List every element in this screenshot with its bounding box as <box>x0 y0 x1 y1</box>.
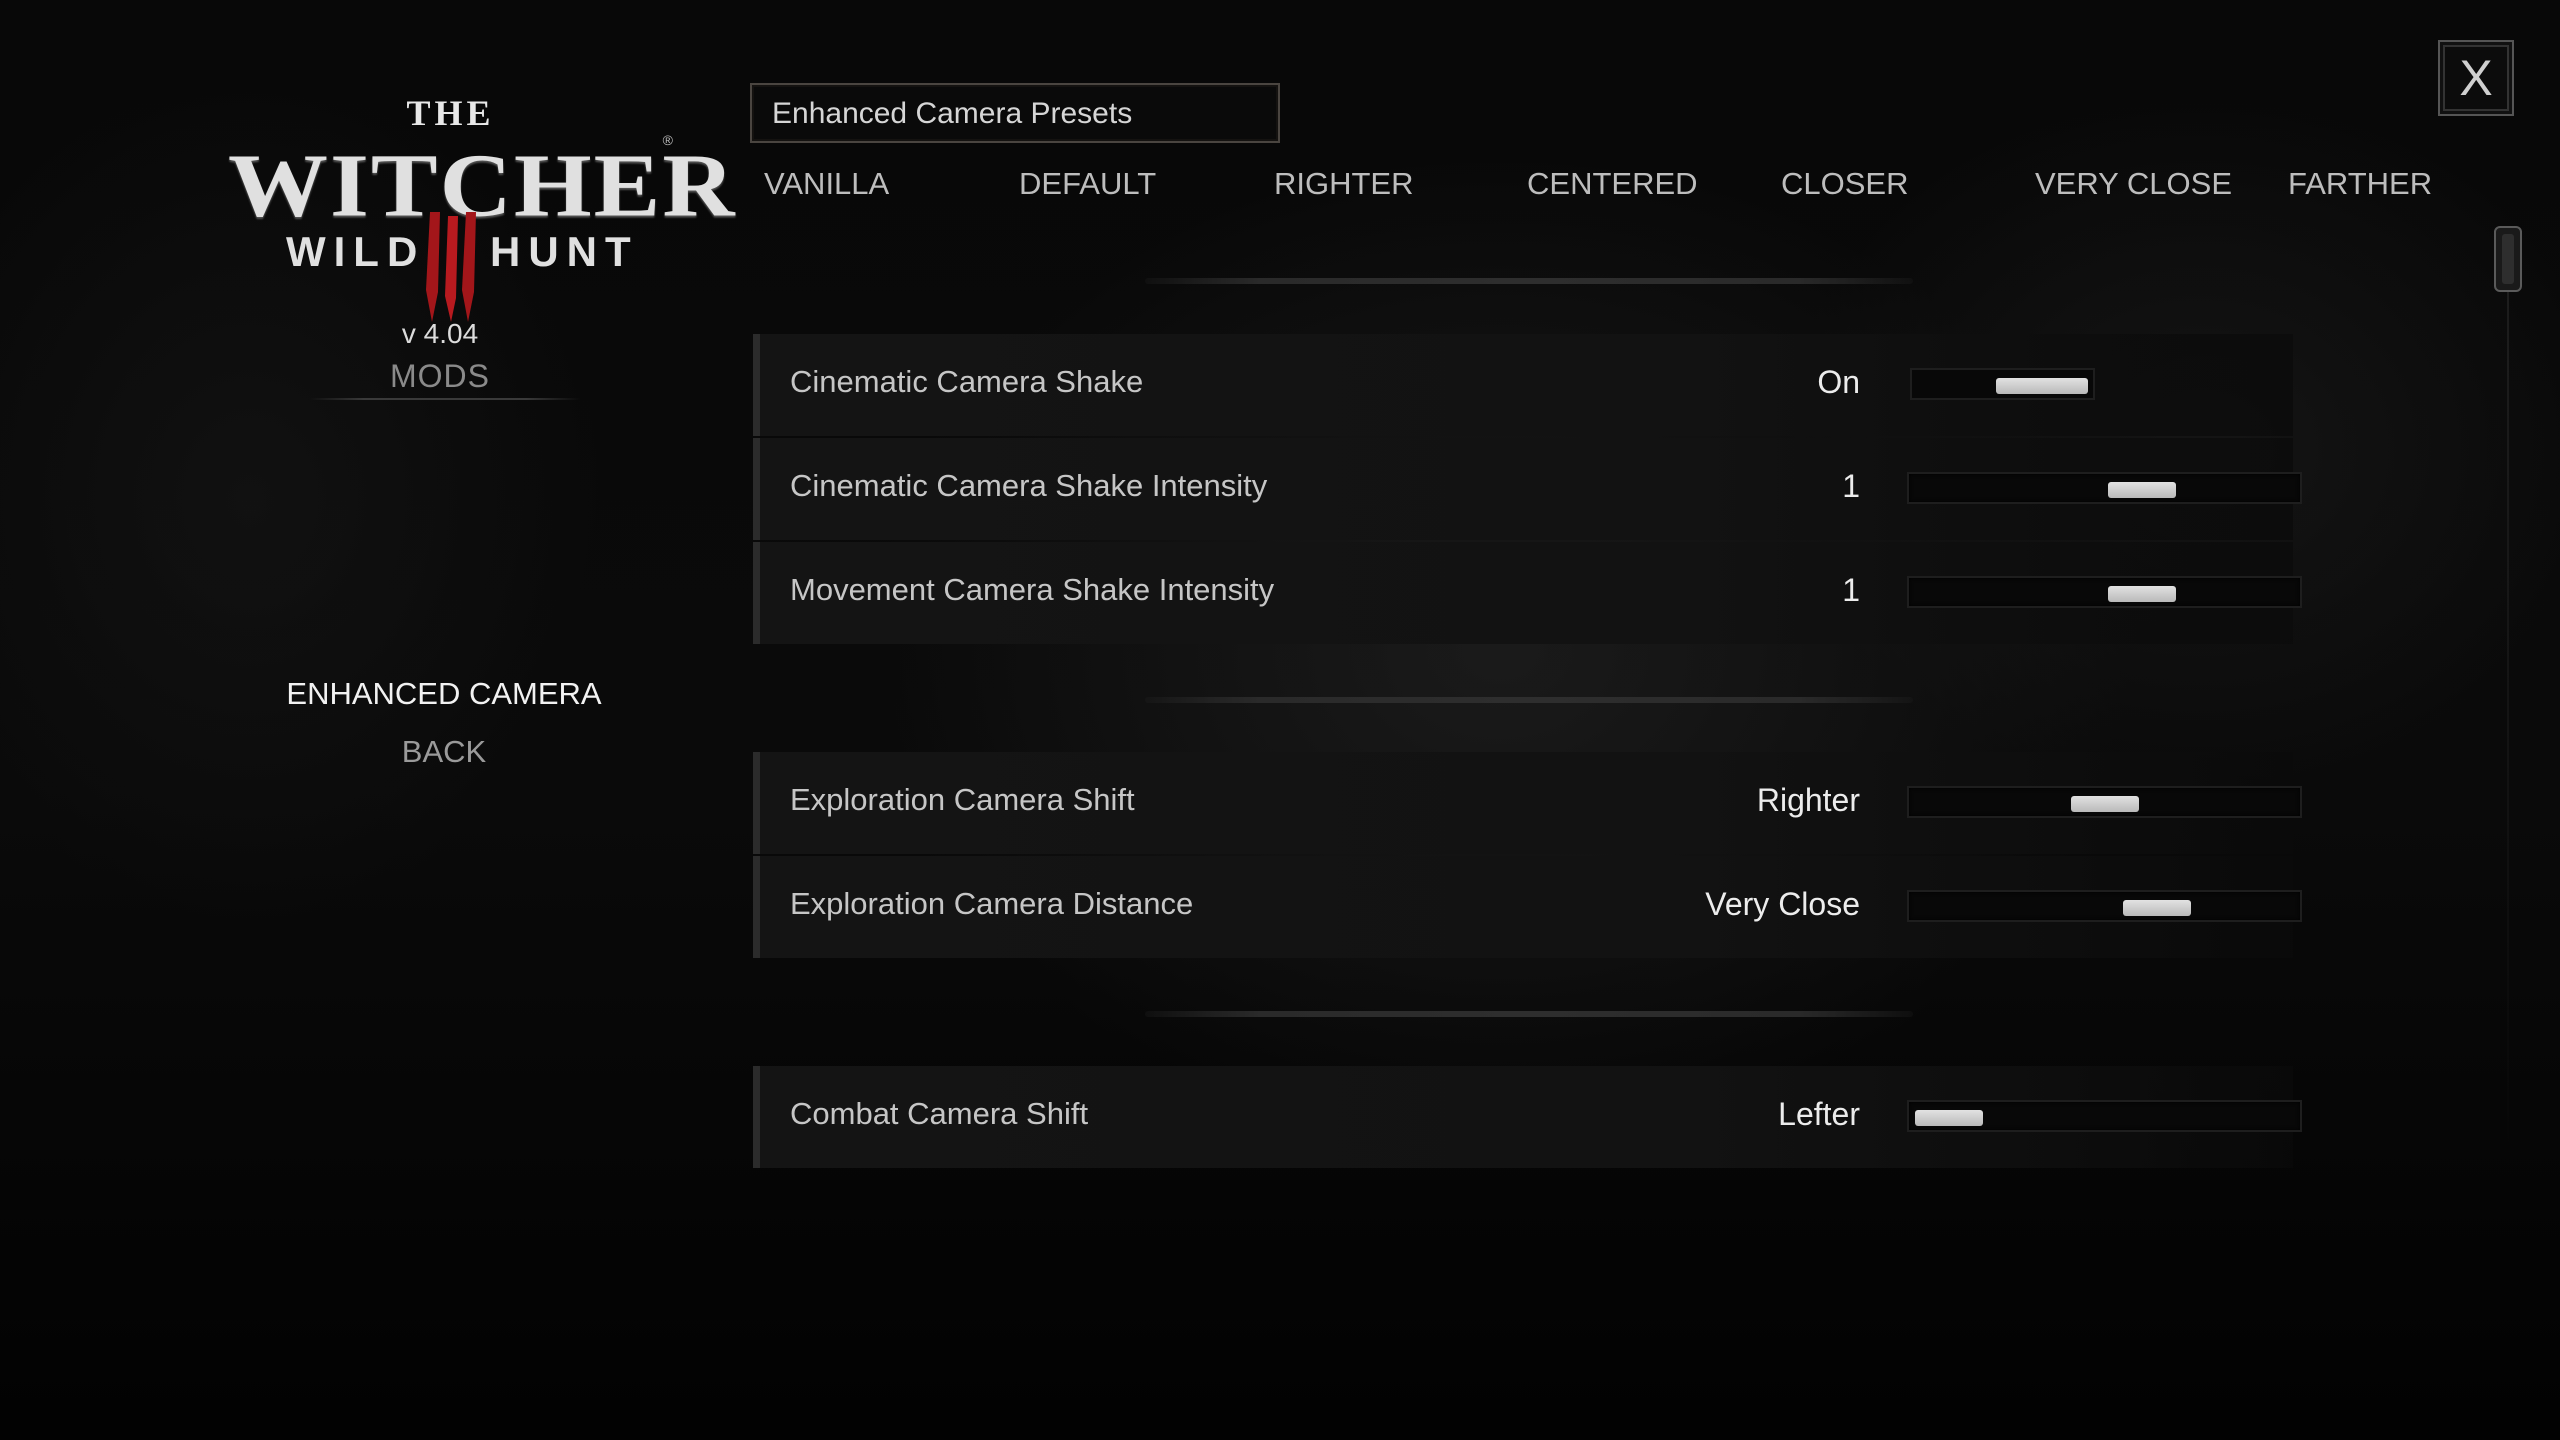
logo-hunt: HUNT <box>490 228 639 275</box>
setting-value: Lefter <box>1778 1096 1860 1132</box>
slider-thumb[interactable] <box>2107 586 2176 602</box>
close-button[interactable]: X <box>2438 40 2514 116</box>
toggle-switch[interactable] <box>1910 368 2095 400</box>
scrollbar-track[interactable] <box>2507 290 2509 1170</box>
setting-row-exploration-camera-distance[interactable]: Exploration Camera Distance Very Close <box>753 856 2302 958</box>
slider-track[interactable] <box>1907 472 2302 504</box>
setting-value: 1 <box>1842 572 1860 608</box>
logo-wild: WILD <box>286 228 426 275</box>
slider-track[interactable] <box>1907 786 2302 818</box>
setting-value: Very Close <box>1705 886 1860 922</box>
setting-row-exploration-camera-shift[interactable]: Exploration Camera Shift Righter <box>753 752 2302 854</box>
preset-tab-centered[interactable]: CENTERED <box>1527 166 1698 202</box>
claw-mark-icon <box>426 212 476 322</box>
slider-track[interactable] <box>1907 1100 2302 1132</box>
logo-the: THE <box>406 93 495 133</box>
sidebar-item-back[interactable]: BACK <box>244 734 644 770</box>
preset-tab-farther[interactable]: FARTHER <box>2288 166 2432 202</box>
slider-track[interactable] <box>1907 890 2302 922</box>
sidebar-item-enhanced-camera[interactable]: ENHANCED CAMERA <box>244 676 644 712</box>
slider-thumb[interactable] <box>2123 900 2192 916</box>
mods-title-underline <box>310 398 580 400</box>
section-divider <box>1145 278 1913 284</box>
scrollbar-thumb[interactable] <box>2494 226 2522 292</box>
game-version: v 4.04 <box>401 318 479 349</box>
slider-track[interactable] <box>1907 576 2302 608</box>
witcher-logo: THE WITCHER ® WILD HUNT <box>228 92 735 322</box>
setting-value: Righter <box>1756 782 1860 818</box>
setting-row-combat-camera-shift[interactable]: Combat Camera Shift Lefter <box>753 1066 2302 1168</box>
close-icon: X <box>2459 50 2493 106</box>
section-divider <box>1145 697 1913 703</box>
setting-row-cinematic-shake-intensity[interactable]: Cinematic Camera Shake Intensity 1 <box>753 438 2302 540</box>
presets-title: Enhanced Camera Presets <box>772 97 1133 130</box>
slider-thumb[interactable] <box>2070 796 2139 812</box>
preset-tab-closer[interactable]: CLOSER <box>1781 166 1908 202</box>
logo-registered-mark: ® <box>662 132 673 148</box>
setting-value: On <box>1817 364 1860 400</box>
slider-thumb[interactable] <box>2107 482 2176 498</box>
preset-tab-righter[interactable]: RIGHTER <box>1274 166 1414 202</box>
section-divider <box>1145 1011 1913 1017</box>
mods-section-title: MODS <box>390 358 490 394</box>
setting-row-movement-shake-intensity[interactable]: Movement Camera Shake Intensity 1 <box>753 542 2302 644</box>
preset-tab-default[interactable]: DEFAULT <box>1019 166 1156 202</box>
preset-tab-very-close[interactable]: VERY CLOSE <box>2035 166 2232 202</box>
toggle-thumb[interactable] <box>1996 378 2088 394</box>
presets-header: Enhanced Camera Presets <box>750 83 1280 143</box>
preset-tab-vanilla[interactable]: VANILLA <box>764 166 889 202</box>
setting-row-cinematic-camera-shake[interactable]: Cinematic Camera Shake On <box>753 334 2293 436</box>
slider-thumb[interactable] <box>1915 1110 1983 1126</box>
setting-value: 1 <box>1842 468 1860 504</box>
